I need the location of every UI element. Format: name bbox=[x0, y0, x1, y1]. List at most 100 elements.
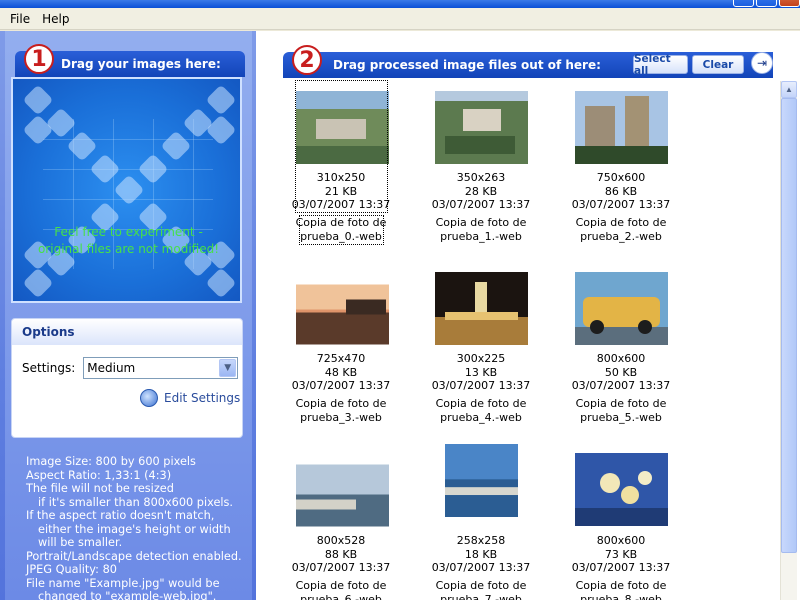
left-panel: Drag your images here: 1 Feel free to ex… bbox=[0, 31, 256, 600]
thumbnail-image[interactable] bbox=[575, 272, 668, 345]
thumbnail-size: 28 KB bbox=[464, 184, 498, 198]
thumbnail-filename[interactable]: Copia de foto de prueba_3.-web bbox=[266, 397, 416, 425]
drop-hint-line-2: original files are not modified! bbox=[37, 242, 220, 256]
vertical-scrollbar[interactable]: ▲ bbox=[780, 81, 797, 600]
thumbnail-date: 03/07/2007 13:37 bbox=[571, 198, 671, 211]
decorative-diamond bbox=[22, 267, 54, 299]
thumbnail-info: 725x470 48 KB 03/07/2007 13:37 bbox=[266, 352, 416, 393]
settings-summary-line: The file will not be resized bbox=[26, 482, 174, 495]
step1-number-badge: 1 bbox=[24, 44, 54, 74]
scroll-up-arrow-icon[interactable]: ▲ bbox=[781, 81, 797, 98]
thumbnail-dims: 300x225 bbox=[456, 352, 506, 365]
window-title-bar bbox=[0, 0, 800, 8]
thumbnail-date: 03/07/2007 13:37 bbox=[431, 561, 531, 574]
clear-button[interactable]: Clear bbox=[692, 55, 744, 74]
settings-row: Settings: Medium ▼ bbox=[22, 357, 239, 379]
thumbnail-filename-line: prueba_4.-web bbox=[440, 411, 522, 424]
thumbnail-filename-line: Copia de foto de bbox=[435, 579, 527, 592]
thumbnail-size: 86 KB bbox=[604, 184, 638, 198]
drop-grid-line bbox=[43, 169, 213, 170]
step2-header: Drag processed image files out of here: … bbox=[283, 52, 773, 78]
thumbnail-filename[interactable]: Copia de foto de prueba_5.-web bbox=[546, 397, 696, 425]
menu-help[interactable]: Help bbox=[36, 10, 75, 28]
thumbnail-date: 03/07/2007 13:37 bbox=[291, 561, 391, 574]
maximize-button[interactable] bbox=[756, 0, 777, 7]
thumbnail-dims: 800x600 bbox=[596, 534, 646, 547]
scrollbar-thumb[interactable] bbox=[781, 98, 797, 553]
settings-label: Settings: bbox=[22, 361, 76, 375]
thumbnail-dims: 750x600 bbox=[596, 171, 646, 184]
minimize-button[interactable] bbox=[733, 0, 754, 7]
thumbnail-filename-line: Copia de foto de bbox=[295, 397, 387, 410]
thumbnail-image[interactable] bbox=[296, 459, 389, 532]
thumbnail-filename-line: prueba_3.-web bbox=[300, 411, 382, 424]
thumbnail-filename-line: Copia de foto de bbox=[575, 397, 667, 410]
thumbnail-size: 18 KB bbox=[464, 547, 498, 561]
menu-file[interactable]: File bbox=[4, 10, 36, 28]
drop-zone-hint: Feel free to experiment - original files… bbox=[13, 224, 240, 258]
settings-summary-line: either the image's height or width bbox=[38, 522, 231, 536]
thumbnail-filename-line: prueba_2.-web bbox=[580, 230, 662, 243]
select-all-button[interactable]: Select all bbox=[633, 53, 688, 77]
selection-outline bbox=[295, 80, 388, 213]
thumbnail-info: 750x600 86 KB 03/07/2007 13:37 bbox=[546, 171, 696, 212]
thumbnail-filename[interactable]: Copia de foto de prueba_4.-web bbox=[406, 397, 556, 425]
thumbnail-info: 800x600 50 KB 03/07/2007 13:37 bbox=[546, 352, 696, 393]
thumbnail-image[interactable] bbox=[435, 272, 528, 345]
thumbnail-size: 13 KB bbox=[464, 365, 498, 379]
settings-summary-line: Aspect Ratio: 1,33:1 (4:3) bbox=[26, 468, 172, 482]
thumbnail-filename[interactable]: Copia de foto de prueba_1.-web bbox=[406, 216, 556, 244]
thumbnail-filename-line: Copia de foto de bbox=[435, 216, 527, 229]
decorative-diamond bbox=[137, 153, 169, 185]
thumbnail-filename-line: prueba_1.-web bbox=[440, 230, 522, 243]
pin-icon[interactable]: ⇥ bbox=[751, 52, 773, 74]
thumbnail-date: 03/07/2007 13:37 bbox=[431, 198, 531, 211]
thumbnail-filename[interactable]: Copia de foto de prueba_7.-web bbox=[406, 579, 556, 600]
drop-grid-line bbox=[43, 139, 213, 140]
right-panel: Drag processed image files out of here: … bbox=[256, 31, 800, 600]
thumbnail-date: 03/07/2007 13:37 bbox=[571, 561, 671, 574]
decorative-diamond bbox=[205, 84, 237, 116]
thumbnail-filename[interactable]: Copia de foto de prueba_2.-web bbox=[546, 216, 696, 244]
decorative-diamond bbox=[89, 153, 121, 185]
thumbnail-filename-line: prueba_6.-web bbox=[300, 593, 382, 600]
close-button[interactable] bbox=[779, 0, 800, 7]
decorative-diamond bbox=[113, 174, 145, 206]
thumbnail-filename[interactable]: Copia de foto de prueba_8.-web bbox=[546, 579, 696, 600]
thumbnail-image[interactable] bbox=[435, 91, 528, 164]
thumbnail-dims: 258x258 bbox=[456, 534, 506, 547]
thumbnail-size: 88 KB bbox=[324, 547, 358, 561]
thumbnail-date: 03/07/2007 13:37 bbox=[291, 379, 391, 392]
thumbnail-size: 50 KB bbox=[604, 365, 638, 379]
thumbnail-info: 258x258 18 KB 03/07/2007 13:37 bbox=[406, 534, 556, 575]
menu-bar: File Help bbox=[0, 8, 800, 30]
step1-title: Drag your images here: bbox=[61, 57, 221, 71]
thumbnail-date: 03/07/2007 13:37 bbox=[431, 379, 531, 392]
decorative-diamond bbox=[66, 130, 98, 162]
step2-title: Drag processed image files out of here: bbox=[333, 58, 601, 72]
thumbnail-image[interactable] bbox=[575, 453, 668, 526]
thumbnail-image[interactable] bbox=[575, 91, 668, 164]
settings-summary: Image Size: 800 by 600 pixels Aspect Rati… bbox=[26, 455, 242, 600]
edit-settings-link[interactable]: Edit Settings bbox=[140, 389, 240, 407]
thumbnail-info: 800x600 73 KB 03/07/2007 13:37 bbox=[546, 534, 696, 575]
thumbnail-image[interactable] bbox=[296, 278, 389, 351]
thumbnail-filename[interactable]: Copia de foto de prueba_6.-web bbox=[266, 579, 416, 600]
image-drop-zone[interactable]: Feel free to experiment - original files… bbox=[11, 77, 242, 303]
thumbnail-dims: 725x470 bbox=[316, 352, 366, 365]
thumbnail-info: 350x263 28 KB 03/07/2007 13:37 bbox=[406, 171, 556, 212]
thumbnail-filename-line: prueba_8.-web bbox=[580, 593, 662, 600]
settings-summary-line: if it's smaller than 800x600 pixels. bbox=[38, 495, 234, 509]
thumbnail-size: 73 KB bbox=[604, 547, 638, 561]
thumbnail-size: 48 KB bbox=[324, 365, 358, 379]
decorative-diamond bbox=[45, 107, 77, 139]
settings-globe-icon bbox=[140, 389, 158, 407]
edit-settings-label: Edit Settings bbox=[164, 391, 241, 405]
thumbnail-image[interactable] bbox=[435, 444, 528, 517]
decorative-diamond bbox=[160, 130, 192, 162]
settings-summary-line: will be smaller. bbox=[38, 536, 123, 549]
settings-summary-line: File name "Example.jpg" would be bbox=[26, 576, 220, 590]
settings-dropdown[interactable]: Medium ▼ bbox=[83, 357, 239, 379]
chevron-down-icon[interactable]: ▼ bbox=[219, 359, 237, 377]
settings-summary-line: JPEG Quality: 80 bbox=[26, 563, 117, 576]
